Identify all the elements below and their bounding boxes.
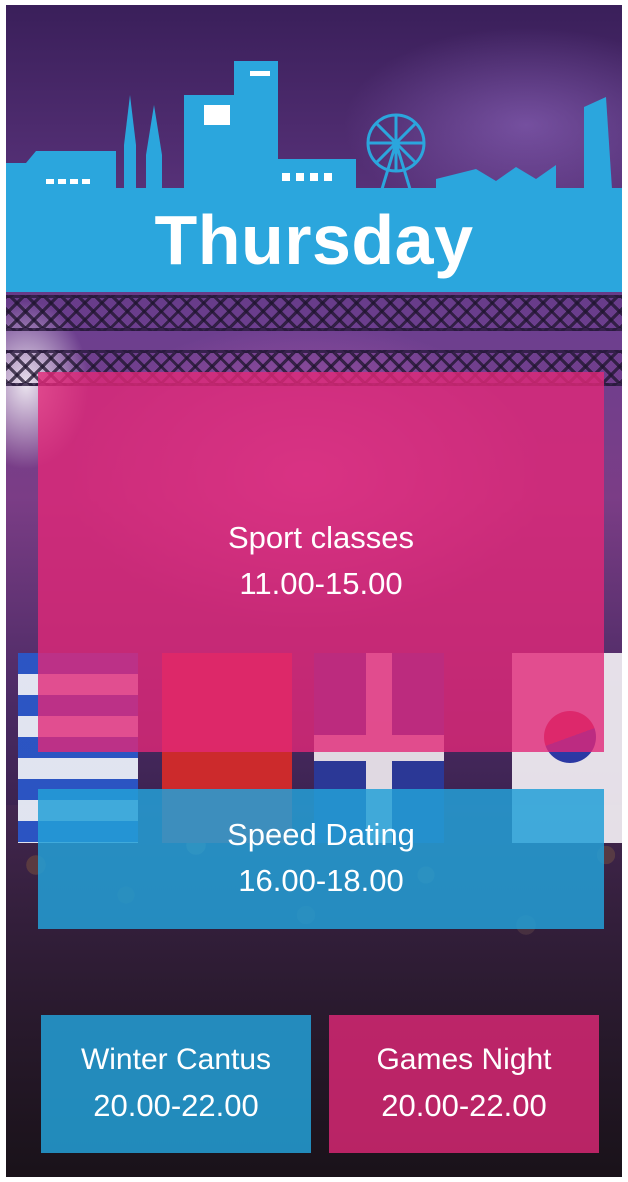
schedule-page: Thursday Sport classes 11.00-15.00 Speed…: [0, 0, 628, 1182]
ferris-wheel-spokes: [368, 115, 424, 189]
stage-truss-upper: [6, 295, 622, 331]
skyline-spire-1: [124, 95, 136, 189]
event-card-games-night[interactable]: Games Night 20.00-22.00: [329, 1015, 599, 1153]
day-banner: Thursday: [6, 188, 622, 292]
event-time: 16.00-18.00: [238, 863, 404, 898]
skyline-spire-2: [146, 105, 162, 189]
skyline-zigzag: [436, 165, 556, 189]
city-skyline-graphic: [6, 61, 612, 189]
event-card-winter-cantus[interactable]: Winter Cantus 20.00-22.00: [41, 1015, 311, 1153]
event-time: 11.00-15.00: [239, 566, 403, 601]
event-time: 20.00-22.00: [93, 1088, 259, 1123]
event-card-sport-classes[interactable]: Sport classes 11.00-15.00: [38, 372, 604, 752]
event-name: Sport classes: [227, 520, 415, 555]
skyline-tower: [184, 61, 278, 189]
skyline-right-tower: [584, 97, 612, 189]
event-name: Winter Cantus: [80, 1043, 272, 1076]
event-time: 20.00-22.00: [381, 1088, 547, 1123]
event-name: Speed Dating: [227, 817, 415, 852]
day-title: Thursday: [154, 201, 474, 279]
event-name: Games Night: [376, 1043, 552, 1076]
event-card-speed-dating[interactable]: Speed Dating 16.00-18.00: [38, 789, 604, 929]
